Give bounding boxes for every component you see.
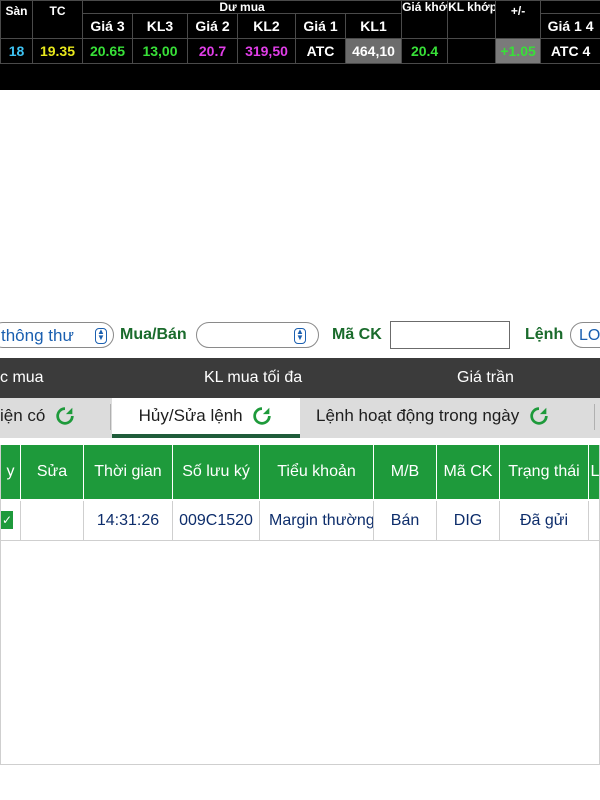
row-status: Đã gửi xyxy=(500,501,589,541)
value-tc: 19.35 xyxy=(32,38,83,64)
row-checkbox[interactable]: ✓ xyxy=(1,501,21,541)
col-sub-account: Tiểu khoản xyxy=(260,445,374,499)
lenh-select[interactable]: LO xyxy=(570,322,600,348)
header-gia1: Giá 1 xyxy=(295,13,346,39)
header-san: Sàn xyxy=(0,0,33,39)
tab-active-orders-today[interactable]: Lệnh hoạt động trong ngày xyxy=(316,398,586,434)
value-gia-khop: 20.4 xyxy=(401,38,449,64)
info-max-buy-qty: KL mua tối đa xyxy=(204,369,303,386)
tab-cancel-modify[interactable]: Hủy/Sửa lệnh xyxy=(112,398,300,438)
header-kl2: KL2 xyxy=(237,13,296,39)
mua-ban-label: Mua/Bán xyxy=(120,326,187,343)
refresh-icon[interactable] xyxy=(54,405,76,427)
row-sub-account: Margin thường xyxy=(260,501,374,541)
board-empty-row xyxy=(0,63,600,90)
tab-bar: iện có Hủy/Sửa lệnh Lệnh hoạt động trong… xyxy=(0,398,600,438)
refresh-icon[interactable] xyxy=(528,405,550,427)
value-gia1-sell: ATC 4 xyxy=(540,38,600,64)
header-gia2: Giá 2 xyxy=(187,13,238,39)
price-board: Sàn TC Dư mua Giá khớp KL khớp +/- Giá 3… xyxy=(0,0,600,90)
value-kl3: 13,00 xyxy=(132,38,188,64)
header-tc: TC xyxy=(32,0,83,39)
col-l: L xyxy=(589,445,599,499)
ma-ck-input[interactable] xyxy=(390,321,510,349)
header-kl3: KL3 xyxy=(132,13,188,39)
price-board-table: Sàn TC Dư mua Giá khớp KL khớp +/- Giá 3… xyxy=(0,0,600,90)
info-ceiling-price: Giá trần xyxy=(457,369,514,386)
chevron-up-down-icon: ▲ ▼ xyxy=(95,328,107,344)
col-side: M/B xyxy=(374,445,437,499)
tab-separator xyxy=(110,404,111,430)
order-type-value: thông thư xyxy=(1,326,74,345)
row-side: Bán xyxy=(374,501,437,541)
header-kl1: KL1 xyxy=(344,13,403,39)
col-symbol: Mã CK xyxy=(437,445,500,499)
tab-separator xyxy=(594,404,595,430)
col-select: y xyxy=(1,445,21,499)
header-change: +/- xyxy=(495,0,542,39)
value-kl2: 319,50 xyxy=(237,38,296,64)
col-time: Thời gian xyxy=(84,445,173,499)
header-du-ban xyxy=(540,0,600,14)
row-extra xyxy=(589,501,599,541)
info-bar: c mua KL mua tối đa Giá trần xyxy=(0,358,600,398)
col-depository: Số lưu ký xyxy=(173,445,260,499)
order-type-select[interactable]: thông thư ▲ ▼ xyxy=(0,322,114,348)
row-edit-cell[interactable] xyxy=(21,501,84,541)
header-gia-khop: Giá khớp xyxy=(401,0,449,39)
ma-ck-label: Mã CK xyxy=(332,326,382,343)
col-edit: Sửa xyxy=(21,445,84,499)
order-filter-bar: thông thư ▲ ▼ Mua/Bán ▲ ▼ Mã CK Lệnh LO xyxy=(0,316,600,356)
header-gia3: Giá 3 xyxy=(82,13,133,39)
row-depository: 009C1520 xyxy=(173,501,260,541)
price-row[interactable]: 18 19.35 20.65 13,00 20.7 319,50 ATC 464… xyxy=(0,38,600,64)
header-kl-khop: KL khớp xyxy=(447,0,497,39)
header-du-mua: Dư mua xyxy=(81,0,403,14)
refresh-icon[interactable] xyxy=(251,405,273,427)
row-symbol: DIG xyxy=(437,501,500,541)
mua-ban-select[interactable]: ▲ ▼ xyxy=(196,322,319,348)
tab-available[interactable]: iện có xyxy=(0,398,110,434)
value-gia1: ATC xyxy=(295,38,346,64)
value-kl-khop xyxy=(447,38,497,64)
value-gia3: 20.65 xyxy=(82,38,133,64)
row-time: 14:31:26 xyxy=(84,501,173,541)
col-status: Trạng thái xyxy=(500,445,589,499)
value-gia2: 20.7 xyxy=(187,38,238,64)
check-icon[interactable]: ✓ xyxy=(1,511,13,529)
value-kl1: 464,10 xyxy=(344,38,403,64)
chevron-up-down-icon: ▲ ▼ xyxy=(294,328,306,344)
value-change: +1.05 xyxy=(495,38,542,64)
value-san: 18 xyxy=(0,38,33,64)
header-gia1-sell: Giá 1 4 xyxy=(540,13,600,39)
info-buy-label: c mua xyxy=(0,369,44,386)
lenh-label: Lệnh xyxy=(525,326,564,343)
orders-table: y Sửa Thời gian Số lưu ký Tiểu khoản M/B… xyxy=(0,445,600,765)
